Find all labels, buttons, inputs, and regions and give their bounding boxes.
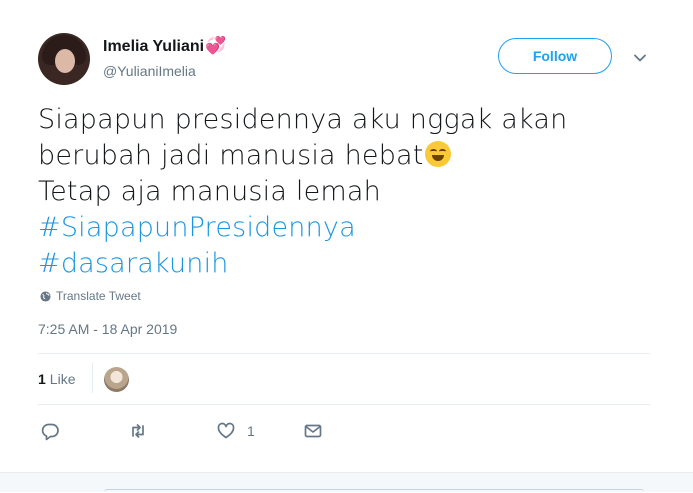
envelope-icon: [304, 424, 322, 438]
likes-stat[interactable]: 1 Like: [38, 365, 75, 393]
tweet-line-1: Siapapun presidennya aku nggak akan: [38, 104, 568, 135]
likes-label: Like: [49, 371, 76, 387]
hashtag-link-2[interactable]: #dasarakunih: [38, 246, 658, 282]
reply-composer-strip: [0, 472, 693, 492]
retweet-button[interactable]: [128, 421, 148, 441]
reply-button[interactable]: [40, 421, 60, 441]
translate-label: Translate Tweet: [56, 289, 141, 303]
tweet-text: Siapapun presidennya aku nggak akan beru…: [38, 102, 658, 282]
chevron-down-icon[interactable]: [632, 50, 648, 66]
tweet-card: Imelia Yuliani💞 @YulianiImelia Follow Si…: [0, 0, 693, 472]
translate-tweet-link[interactable]: Translate Tweet: [40, 289, 141, 303]
follow-button[interactable]: Follow: [498, 38, 612, 74]
retweet-icon: [132, 424, 144, 438]
tweet-line-3: Tetap aja manusia lemah: [38, 176, 381, 207]
user-info: Imelia Yuliani💞 @YulianiImelia: [103, 36, 226, 79]
globe-icon: [40, 290, 51, 302]
like-button[interactable]: 1: [216, 421, 255, 441]
reply-box-edge[interactable]: [104, 489, 644, 493]
avatar-face: [55, 49, 75, 73]
divider-bottom: [38, 404, 650, 405]
heart-icon: [217, 422, 235, 439]
user-handle[interactable]: @YulianiImelia: [103, 63, 226, 79]
like-count: 1: [247, 423, 255, 439]
two-hearts-emoji-icon: 💞: [205, 36, 227, 55]
tweet-line-2: berubah jadi manusia hebat: [38, 140, 424, 171]
hashtag-link-1[interactable]: #SiapapunPresidennya: [38, 210, 658, 246]
avatar[interactable]: [38, 33, 90, 85]
reply-icon: [41, 423, 59, 441]
tweet-line-2-wrap: berubah jadi manusia hebat: [38, 138, 658, 174]
divider-top: [38, 353, 650, 354]
face-with-tears-of-joy-icon: [424, 141, 451, 167]
likes-count: 1: [38, 371, 46, 387]
liker-avatar[interactable]: [104, 367, 129, 392]
tweet-timestamp[interactable]: 7:25 AM - 18 Apr 2019: [38, 321, 177, 337]
direct-message-button[interactable]: [303, 421, 323, 441]
display-name[interactable]: Imelia Yuliani: [103, 38, 204, 56]
stats-separator: [92, 363, 93, 393]
